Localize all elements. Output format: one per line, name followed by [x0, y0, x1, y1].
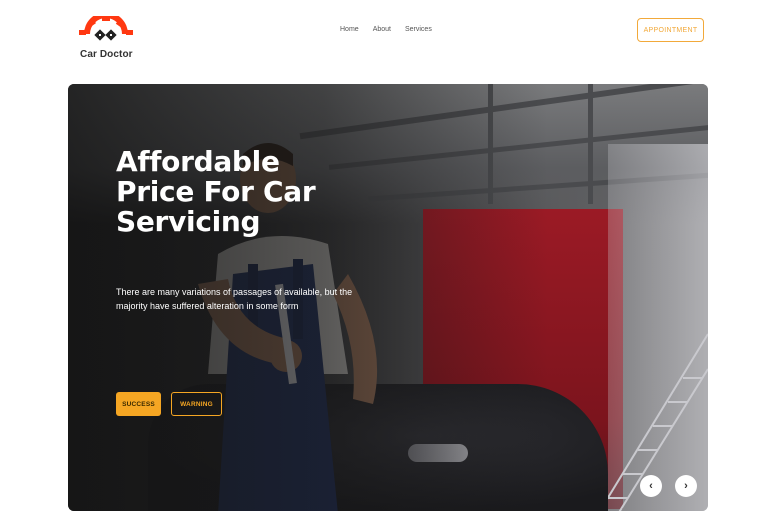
- nav-item-home[interactable]: Home: [340, 26, 359, 38]
- navbar: Car Doctor Home About Services APPOINTME…: [0, 0, 782, 84]
- hero-banner: Affordable Price For Car Servicing There…: [68, 84, 708, 511]
- appointment-button[interactable]: APPOINTMENT: [637, 18, 704, 42]
- brand-name: Car Doctor: [80, 49, 133, 60]
- gear-with-wrenches-icon: [79, 16, 133, 41]
- carousel-next-button[interactable]: ›: [675, 475, 697, 497]
- carousel-prev-button[interactable]: ‹: [640, 475, 662, 497]
- main-nav: Home About Services: [340, 26, 432, 38]
- chevron-right-icon: ›: [684, 479, 688, 492]
- hero-description: There are many variations of passages of…: [116, 287, 353, 311]
- nav-item-about[interactable]: About: [373, 26, 391, 38]
- warning-button[interactable]: WARNING: [171, 392, 222, 416]
- nav-item-services[interactable]: Services: [405, 26, 432, 38]
- chevron-left-icon: ‹: [649, 479, 653, 492]
- brand-logo[interactable]: Car Doctor: [78, 16, 138, 64]
- success-button[interactable]: SUCCESS: [116, 392, 161, 416]
- hero-title: Affordable Price For Car Servicing: [116, 145, 316, 238]
